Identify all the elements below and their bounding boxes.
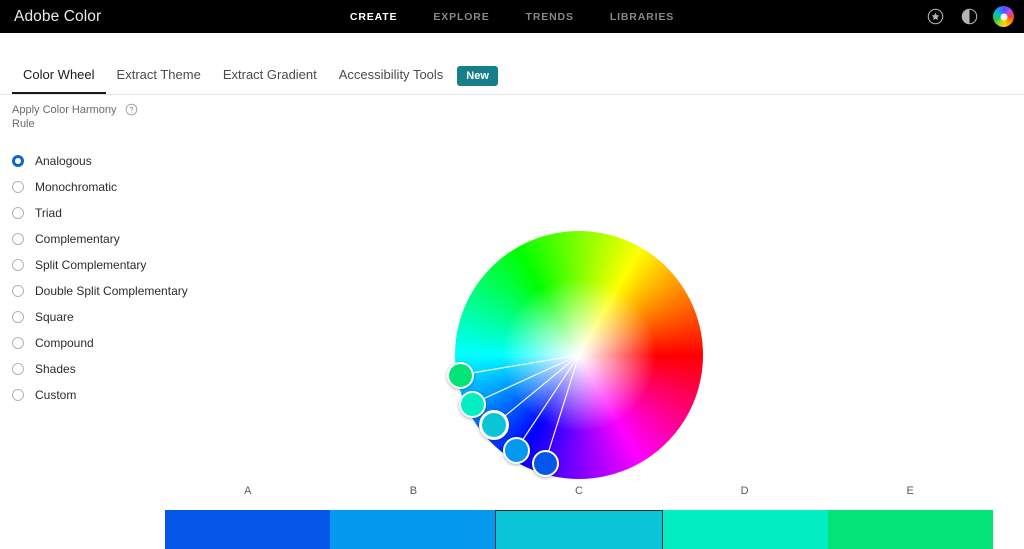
swatch-a[interactable] <box>165 510 331 549</box>
color-handle-a[interactable] <box>531 449 559 477</box>
radio-mark-icon <box>12 311 24 323</box>
radio-mark-icon <box>12 337 24 349</box>
harmony-rule-radio-group: Analogous Monochromatic Triad Complement… <box>12 148 202 408</box>
radio-mark-icon <box>12 155 24 167</box>
color-handle-d[interactable] <box>458 390 486 418</box>
tab-accessibility-tools[interactable]: Accessibility Tools <box>328 67 455 94</box>
top-navigation: CREATE EXPLORE TRENDS LIBRARIES <box>350 0 674 33</box>
harmony-rule-panel: Apply Color Harmony Rule Analogous Monoc… <box>12 103 202 408</box>
tab-extract-theme[interactable]: Extract Theme <box>106 67 212 94</box>
swatch-e[interactable] <box>827 510 994 549</box>
swatch-strip <box>165 510 994 549</box>
swatch-letter-e: E <box>906 485 914 497</box>
star-icon[interactable] <box>925 7 945 27</box>
tab-bar: Color Wheel Extract Theme Extract Gradie… <box>0 33 1024 95</box>
radio-label: Split Complementary <box>35 258 147 272</box>
radio-label: Double Split Complementary <box>35 284 188 298</box>
tab-color-wheel[interactable]: Color Wheel <box>12 67 106 94</box>
radio-split-complementary[interactable]: Split Complementary <box>12 252 202 278</box>
radio-monochromatic[interactable]: Monochromatic <box>12 174 202 200</box>
nav-item-explore[interactable]: EXPLORE <box>433 11 489 23</box>
radio-double-split-complementary[interactable]: Double Split Complementary <box>12 278 202 304</box>
radio-label: Custom <box>35 388 77 402</box>
radio-mark-icon <box>12 233 24 245</box>
top-bar: Adobe Color CREATE EXPLORE TRENDS LIBRAR… <box>0 0 1024 33</box>
nav-item-libraries[interactable]: LIBRARIES <box>610 11 674 23</box>
swatch-b[interactable] <box>330 510 496 549</box>
nav-item-create[interactable]: CREATE <box>350 11 398 23</box>
radio-label: Triad <box>35 206 62 220</box>
radio-analogous[interactable]: Analogous <box>12 148 202 174</box>
swatch-letter-b: B <box>409 485 418 497</box>
radio-mark-icon <box>12 207 24 219</box>
swatch-letter-row: A B C D E <box>165 485 993 497</box>
radio-shades[interactable]: Shades <box>12 356 202 382</box>
color-handle-c[interactable] <box>479 410 509 440</box>
radio-compound[interactable]: Compound <box>12 330 202 356</box>
radio-mark-icon <box>12 181 24 193</box>
color-handle-b[interactable] <box>502 436 530 464</box>
radio-label: Square <box>35 310 74 324</box>
swatch-letter-d: D <box>740 485 749 497</box>
radio-label: Monochromatic <box>35 180 118 194</box>
help-circle-icon[interactable] <box>125 103 138 116</box>
radio-label: Shades <box>35 362 76 376</box>
radio-triad[interactable]: Triad <box>12 200 202 226</box>
contrast-icon[interactable] <box>959 7 979 27</box>
radio-mark-icon <box>12 285 24 297</box>
main-content: Apply Color Harmony Rule Analogous Monoc… <box>0 95 1024 549</box>
radio-square[interactable]: Square <box>12 304 202 330</box>
radio-label: Compound <box>35 336 94 350</box>
radio-mark-icon <box>12 363 24 375</box>
tab-extract-gradient[interactable]: Extract Gradient <box>212 67 328 94</box>
harmony-rule-header: Apply Color Harmony Rule <box>12 103 162 131</box>
radio-label: Analogous <box>35 154 92 168</box>
radio-label: Complementary <box>35 232 120 246</box>
radio-complementary[interactable]: Complementary <box>12 226 202 252</box>
harmony-rule-label: Apply Color Harmony Rule <box>12 104 117 130</box>
profile-color-wheel-avatar[interactable] <box>993 6 1014 27</box>
new-badge[interactable]: New <box>457 66 498 86</box>
radio-mark-icon <box>12 389 24 401</box>
swatch-letter-c: C <box>575 485 583 497</box>
swatch-letter-a: A <box>244 485 252 497</box>
swatch-c[interactable] <box>495 510 663 549</box>
color-wheel[interactable] <box>455 231 703 479</box>
swatch-d[interactable] <box>662 510 828 549</box>
radio-custom[interactable]: Custom <box>12 382 202 408</box>
color-handle-e[interactable] <box>446 361 474 389</box>
top-bar-icons <box>925 0 1014 33</box>
brand-logo[interactable]: Adobe Color <box>14 8 101 26</box>
radio-mark-icon <box>12 259 24 271</box>
nav-item-trends[interactable]: TRENDS <box>526 11 574 23</box>
